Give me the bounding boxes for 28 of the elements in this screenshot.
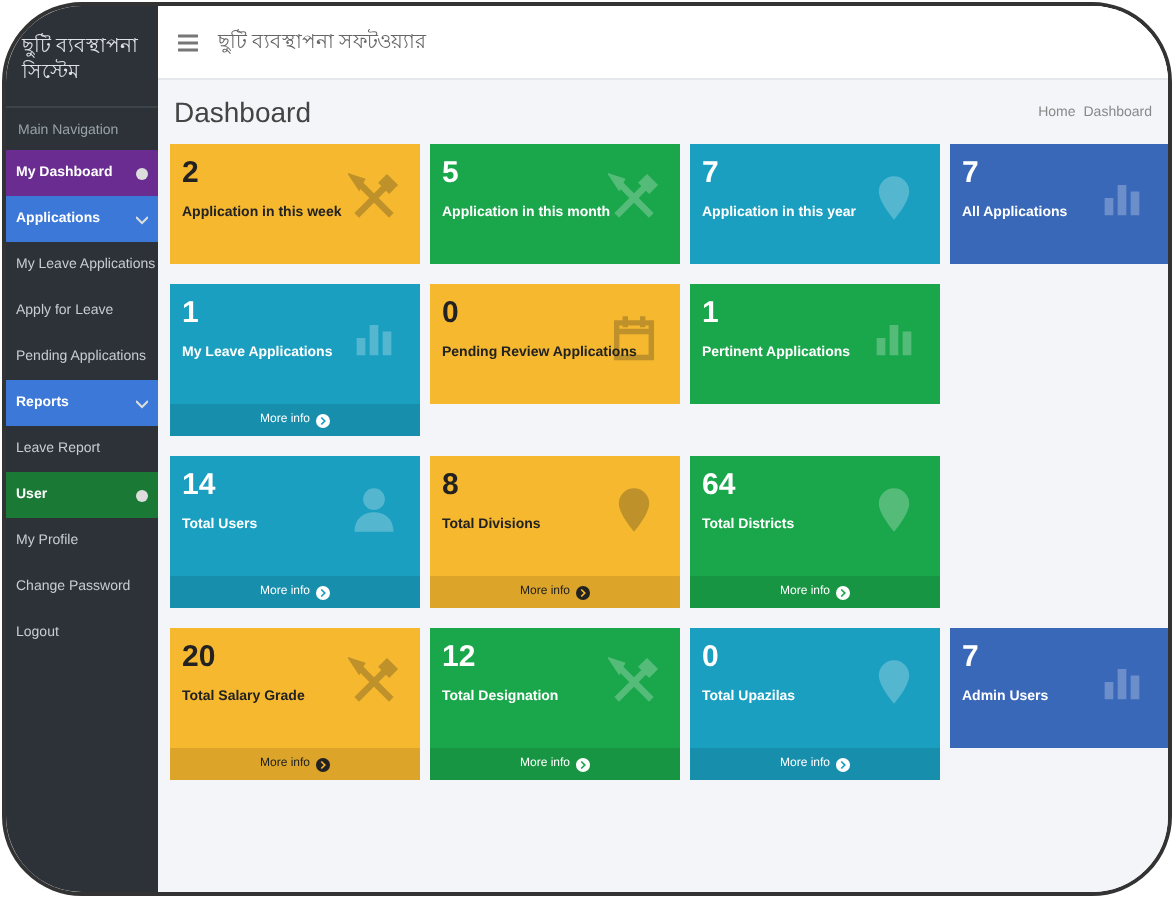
caret-icon (136, 397, 148, 409)
menu-icon[interactable] (178, 33, 198, 51)
arrow-circle-icon (576, 585, 590, 599)
dot-icon (136, 489, 148, 501)
arrow-circle-icon (576, 757, 590, 771)
stat-value: 20 (182, 640, 218, 674)
page-title: Dashboard (174, 96, 311, 128)
caret-icon (136, 213, 148, 225)
arrow-circle-icon (316, 413, 330, 427)
stat-value: 7 (962, 156, 981, 190)
stat-value: 7 (962, 640, 981, 674)
stat-value: 0 (702, 640, 721, 674)
stat-value: 64 (702, 468, 738, 502)
arrow-circle-icon (316, 585, 330, 599)
app-title: ছুটি ব্যবস্থাপনা সফটওয়্যার (218, 27, 428, 58)
stat-value: 1 (702, 296, 721, 330)
dot-icon (136, 167, 148, 179)
stat-value: 1 (182, 296, 201, 330)
arrow-circle-icon (836, 757, 850, 771)
stat-value: 8 (442, 468, 461, 502)
stat-value: 14 (182, 468, 218, 502)
stat-value: 5 (442, 156, 461, 190)
stat-value: 2 (182, 156, 201, 190)
arrow-circle-icon (316, 757, 330, 771)
stat-value: 7 (702, 156, 721, 190)
stat-value: 0 (442, 296, 461, 330)
stat-value: 12 (442, 640, 478, 674)
arrow-circle-icon (836, 585, 850, 599)
